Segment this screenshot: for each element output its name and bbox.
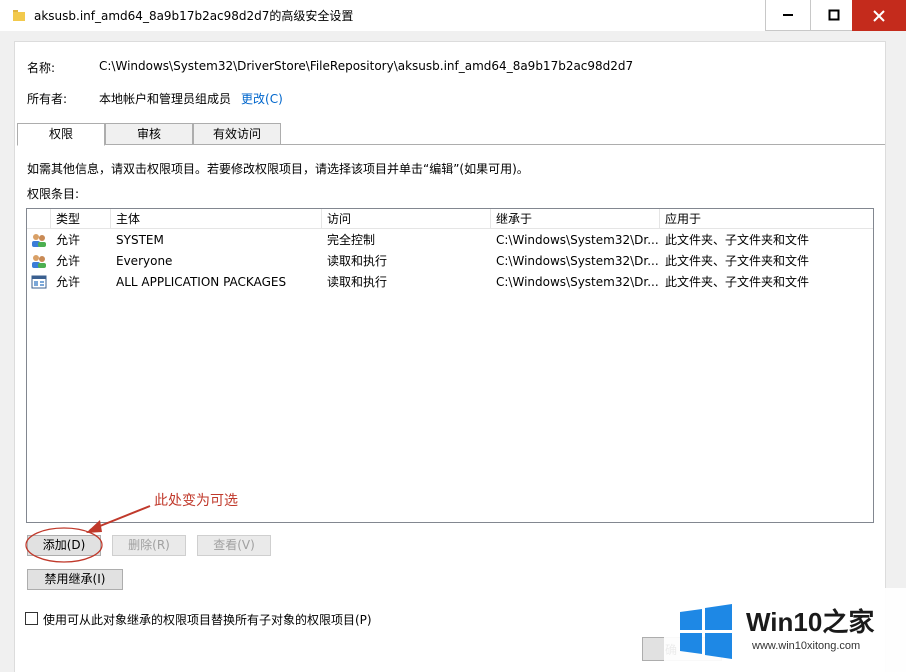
list-header: 类型 主体 访问 继承于 应用于 [27,209,873,229]
watermark: Win10之家 www.win10xitong.com [664,588,906,672]
window-title: aksusb.inf_amd64_8a9b17b2ac98d2d7的高级安全设置 [34,9,354,23]
view-button[interactable]: 查看(V) [197,535,271,556]
info-text: 如需其他信息，请双击权限项目。若要修改权限项目，请选择该项目并单击“编辑”(如果… [27,162,529,176]
row-type: 允许 [56,233,81,247]
watermark-title-suffix: 之家 [822,607,875,637]
title-bar: aksusb.inf_amd64_8a9b17b2ac98d2d7的高级安全设置 [0,0,906,31]
row-principal: Everyone [116,254,173,268]
dialog-panel: 名称: C:\Windows\System32\DriverStore\File… [14,41,886,672]
row-principal: SYSTEM [116,233,164,247]
row-inherited: C:\Windows\System32\Dr... [496,233,659,247]
minimize-button[interactable] [765,0,811,31]
annotation-note: 此处变为可选 [154,493,238,509]
row-applies: 此文件夹、子文件夹和文件 [665,254,810,268]
table-row[interactable]: 允许 ALL APPLICATION PACKAGES 读取和执行 C:\Win… [27,272,873,293]
tab-effective-access[interactable]: 有效访问 [193,123,281,145]
column-header-access[interactable]: 访问 [322,209,491,229]
watermark-title-main: Win10 [746,607,823,637]
row-access: 读取和执行 [327,275,388,289]
permission-entries-list[interactable]: 类型 主体 访问 继承于 应用于 允许 SYSTEM 完全控制 C:\Windo… [26,208,874,523]
replace-child-permissions-checkbox[interactable] [25,612,38,625]
row-type: 允许 [56,275,81,289]
column-header-inherited[interactable]: 继承于 [491,209,660,229]
column-header-icon [27,209,51,229]
row-type: 允许 [56,254,81,268]
column-header-applies[interactable]: 应用于 [660,209,873,229]
tab-permissions[interactable]: 权限 [17,123,105,146]
entries-label: 权限条目: [27,187,80,201]
owner-change-link[interactable]: 更改(C) [241,92,283,106]
watermark-title: Win10之家 [746,602,874,639]
row-applies: 此文件夹、子文件夹和文件 [665,275,810,289]
maximize-button[interactable] [811,0,857,31]
maximize-icon [828,9,839,21]
row-access: 完全控制 [327,233,376,247]
row-principal: ALL APPLICATION PACKAGES [116,275,287,289]
name-value: C:\Windows\System32\DriverStore\FileRepo… [99,59,634,73]
windows-logo-icon [680,604,732,659]
tab-divider [17,144,885,145]
disable-inheritance-button[interactable]: 禁用继承(I) [27,569,123,590]
add-button[interactable]: 添加(D) [27,535,101,556]
app-packages-icon [31,275,47,289]
column-header-type[interactable]: 类型 [51,209,111,229]
users-icon [32,234,46,247]
row-applies: 此文件夹、子文件夹和文件 [665,233,810,247]
folder-icon [13,10,25,21]
row-inherited: C:\Windows\System32\Dr... [496,275,659,289]
owner-label: 所有者: [27,92,68,106]
owner-value-row: 本地帐户和管理员组成员 更改(C) [99,90,283,107]
users-icon [32,255,46,268]
close-button[interactable] [852,0,906,31]
window-body: 名称: C:\Windows\System32\DriverStore\File… [0,31,906,672]
tab-auditing[interactable]: 审核 [105,123,193,145]
row-access: 读取和执行 [327,254,388,268]
name-label: 名称: [27,61,56,75]
remove-button[interactable]: 删除(R) [112,535,186,556]
minimize-icon [783,14,793,16]
owner-value: 本地帐户和管理员组成员 [99,92,232,106]
table-row[interactable]: 允许 SYSTEM 完全控制 C:\Windows\System32\Dr...… [27,230,873,251]
row-inherited: C:\Windows\System32\Dr... [496,254,659,268]
watermark-url: www.win10xitong.com [752,640,861,652]
column-header-principal[interactable]: 主体 [111,209,322,229]
close-icon [873,9,885,22]
replace-child-permissions-label: 使用可从此对象继承的权限项目替换所有子对象的权限项目(P) [43,613,372,627]
table-row[interactable]: 允许 Everyone 读取和执行 C:\Windows\System32\Dr… [27,251,873,272]
